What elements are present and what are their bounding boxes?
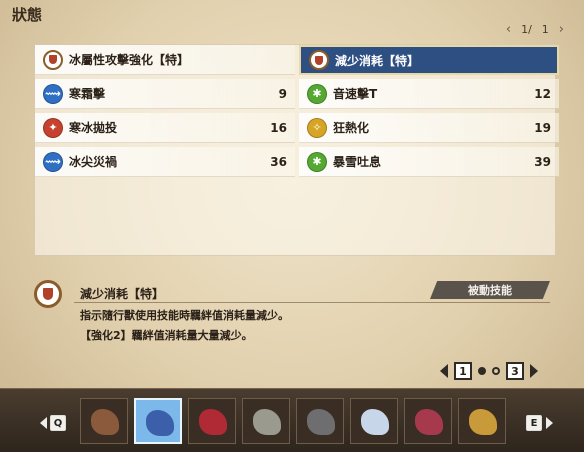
- next-key[interactable]: E: [526, 415, 542, 431]
- prev-key[interactable]: Q: [50, 415, 66, 431]
- skills-left-column: 冰屬性攻擊強化【特】 ⟿ 寒霜擊 9 ✦ 寒冰拋投 16 ⟿ 冰尖災禍 36: [35, 45, 295, 181]
- skill-name: 暴雪吐息: [333, 155, 382, 169]
- chevron-right-icon[interactable]: ›: [559, 22, 564, 37]
- splash-icon: ✱: [307, 83, 327, 104]
- flex-icon: ✧: [307, 117, 327, 138]
- passive-skill-tag: 被動技能: [430, 281, 550, 299]
- horn-beast-monster-icon[interactable]: [242, 398, 290, 444]
- skill-level: 16: [270, 120, 287, 135]
- runner-icon: ⟿: [43, 83, 63, 104]
- shield-icon: [309, 50, 329, 70]
- pager-total: 1: [541, 23, 549, 36]
- detail-title: 減少消耗【特】: [80, 287, 165, 301]
- page-first[interactable]: 1: [454, 362, 472, 380]
- grey-wyvern-monster-icon[interactable]: [296, 398, 344, 444]
- skill-name: 冰尖災禍: [69, 155, 118, 169]
- page-title: 狀態: [12, 6, 43, 24]
- page-indicator: 1 3: [440, 362, 538, 380]
- skill-row[interactable]: ✦ 寒冰拋投 16: [35, 113, 295, 143]
- shield-icon: [34, 280, 62, 308]
- arrow-right-icon[interactable]: [530, 364, 538, 378]
- skill-row[interactable]: ⟿ 冰尖災禍 36: [35, 147, 295, 177]
- arrow-left-icon: [40, 417, 47, 429]
- throw-icon: ✦: [43, 117, 63, 138]
- skills-right-column: 減少消耗【特】 ✱ 音速擊T 12 ✧ 狂熱化 19 ✱ 暴雪吐息 39: [299, 45, 559, 181]
- skill-name: 狂熱化: [333, 121, 370, 135]
- divider: [74, 302, 550, 303]
- monster-list: [80, 398, 506, 444]
- skill-level: 9: [278, 86, 287, 101]
- page-dot: [492, 367, 500, 375]
- golden-rider-monster-icon[interactable]: [458, 398, 506, 444]
- knight-monster-icon[interactable]: [80, 398, 128, 444]
- skill-row[interactable]: ✧ 狂熱化 19: [299, 113, 559, 143]
- skill-row[interactable]: ✱ 音速擊T 12: [299, 79, 559, 109]
- pager: ‹ 1/ 1 ›: [506, 22, 564, 37]
- skill-level: 19: [534, 120, 551, 135]
- runner-icon: ⟿: [43, 151, 63, 172]
- skill-row[interactable]: 冰屬性攻擊強化【特】: [35, 45, 295, 75]
- skill-name: 音速擊T: [333, 87, 378, 101]
- arrow-right-icon: [546, 417, 553, 429]
- detail-enhancement: 【強化2】羈絆值消耗量大量減少。: [80, 329, 253, 342]
- skill-row[interactable]: ✱ 暴雪吐息 39: [299, 147, 559, 177]
- crimson-serpent-monster-icon[interactable]: [404, 398, 452, 444]
- skill-level: 39: [534, 154, 551, 169]
- skills-panel: 冰屬性攻擊強化【特】 ⟿ 寒霜擊 9 ✦ 寒冰拋投 16 ⟿ 冰尖災禍 36 減…: [34, 44, 559, 256]
- skill-row[interactable]: ⟿ 寒霜擊 9: [35, 79, 295, 109]
- skill-name: 冰屬性攻擊強化【特】: [69, 53, 190, 67]
- skill-name: 寒霜擊: [69, 87, 106, 101]
- splash-icon: ✱: [307, 151, 327, 172]
- pager-current: 1/: [521, 23, 532, 36]
- chevron-left-icon[interactable]: ‹: [506, 22, 511, 37]
- arrow-left-icon[interactable]: [440, 364, 448, 378]
- skill-level: 12: [534, 86, 551, 101]
- shield-icon: [43, 49, 63, 70]
- skill-row-selected[interactable]: 減少消耗【特】: [299, 45, 559, 75]
- red-beast-monster-icon[interactable]: [188, 398, 236, 444]
- page-dot-active: [478, 367, 486, 375]
- skill-level: 36: [270, 154, 287, 169]
- skill-name: 減少消耗【特】: [335, 53, 420, 68]
- frost-tiger-monster-icon[interactable]: [350, 398, 398, 444]
- skill-name: 寒冰拋投: [69, 121, 118, 135]
- ice-wyvern-monster-icon[interactable]: [134, 398, 182, 444]
- detail-description: 指示隨行獸使用技能時羈絆值消耗量減少。: [80, 309, 289, 322]
- page-last[interactable]: 3: [506, 362, 524, 380]
